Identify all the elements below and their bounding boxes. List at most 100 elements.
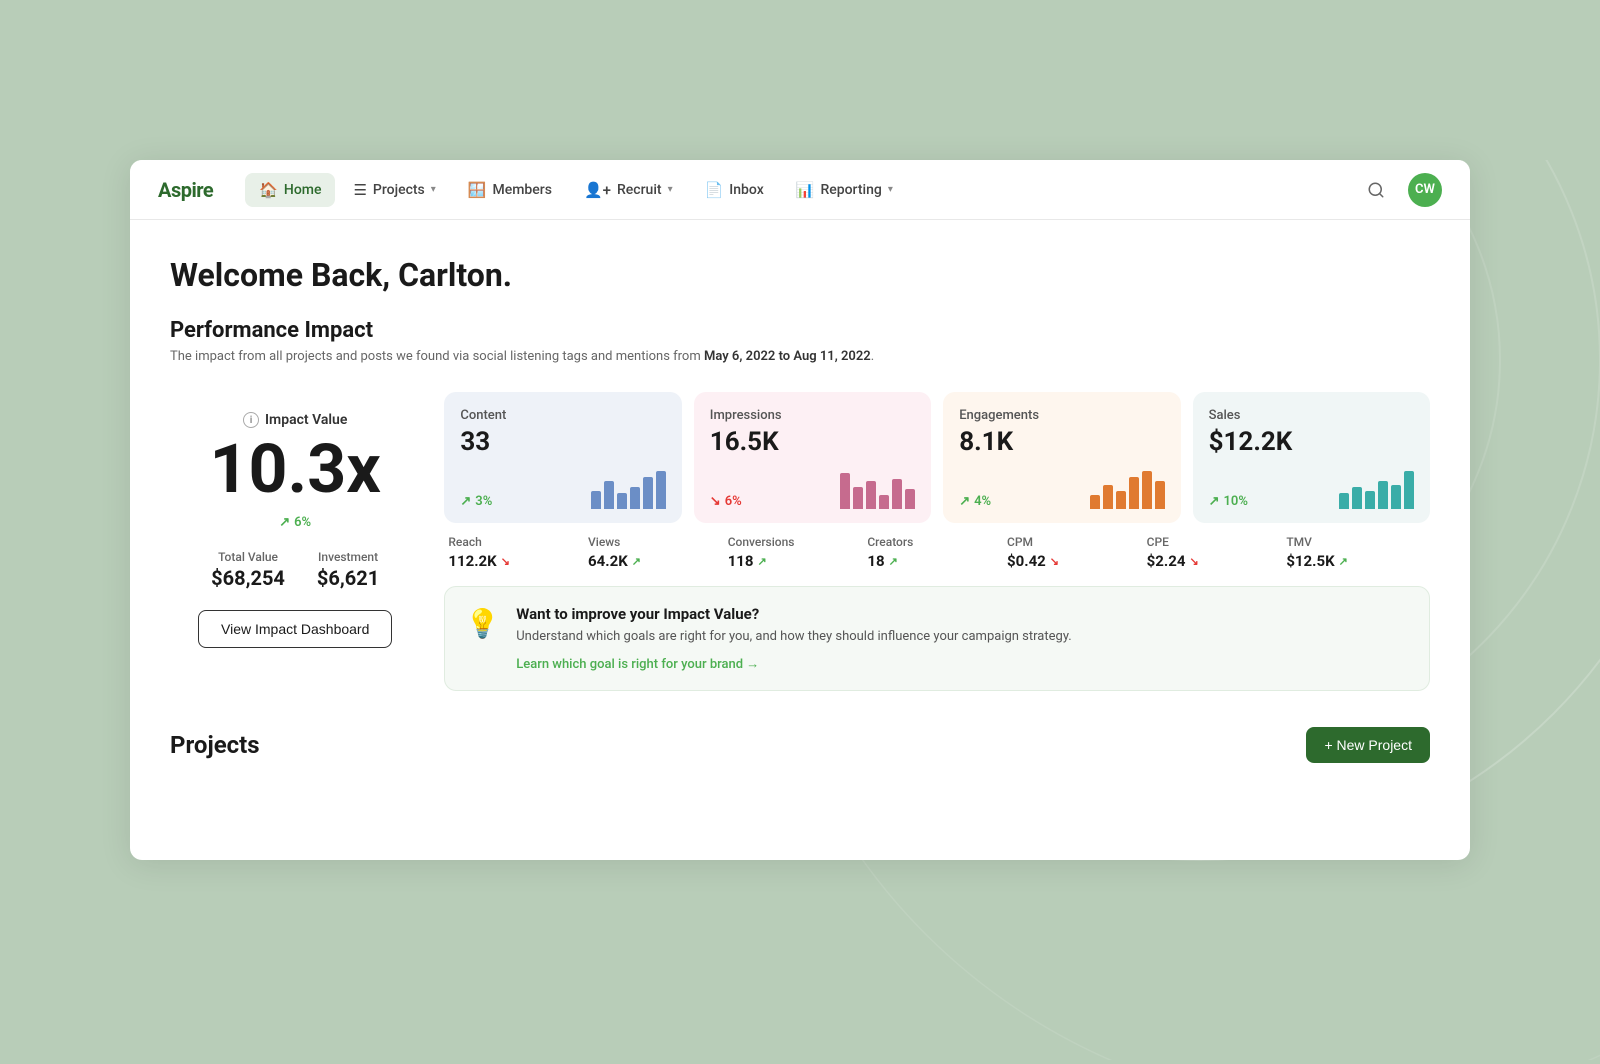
avatar[interactable]: CW	[1408, 173, 1442, 207]
small-stat-value-reach: 112.2K	[448, 552, 496, 570]
small-stat-value-row-cpe: $2.24 ↘	[1147, 552, 1287, 570]
nav-chevron-recruit: ▾	[668, 184, 673, 195]
metric-cards-row: Content 33 ↗ 3% Impressions 16.5K ↘ 6% E…	[444, 392, 1430, 523]
nav-item-inbox[interactable]: 📄 Inbox	[691, 173, 778, 207]
small-stat-value-cpm: $0.42	[1007, 552, 1046, 570]
investment-item: Investment $6,621	[317, 550, 379, 590]
nav-item-recruit[interactable]: 👤+Recruit▾	[570, 173, 687, 207]
metric-card-bottom-engagements: ↗ 4%	[959, 469, 1164, 509]
metric-trend-engagements: ↗ 4%	[959, 494, 991, 509]
total-value-label: Total Value	[218, 550, 278, 564]
small-stat-label-creators: Creators	[867, 535, 1007, 549]
page-content: Welcome Back, Carlton. Performance Impac…	[130, 220, 1470, 807]
nav-item-members[interactable]: 🪟Members	[454, 173, 566, 207]
bar	[892, 479, 902, 509]
bar	[866, 481, 876, 509]
metric-trend-pct-impressions: 6%	[725, 494, 742, 509]
bar	[656, 471, 666, 509]
metric-trend-arrow-engagements: ↗	[959, 494, 970, 509]
total-value: $68,254	[211, 566, 285, 590]
nav-icon-projects: ☰	[353, 181, 366, 199]
small-stat-value-conversions: 118	[728, 552, 754, 570]
performance-title: Performance Impact	[170, 318, 1430, 343]
totals-row: Total Value $68,254 Investment $6,621	[211, 550, 379, 590]
view-impact-dashboard-button[interactable]: View Impact Dashboard	[198, 610, 392, 648]
nav-right: CW	[1360, 173, 1442, 207]
tip-icon: 💡	[465, 607, 500, 640]
small-stat-value-row-views: 64.2K ↗	[588, 552, 728, 570]
bar	[1129, 477, 1139, 509]
bar	[1365, 491, 1375, 509]
bar	[879, 495, 889, 509]
tip-desc: Understand which goals are right for you…	[516, 627, 1071, 647]
nav-item-home[interactable]: 🏠Home	[245, 173, 335, 207]
impact-label-row: i Impact Value	[243, 412, 347, 428]
small-stat-trend-creators: ↗	[889, 555, 898, 568]
impact-trend-arrow	[279, 515, 290, 530]
nav-item-reporting[interactable]: 📊Reporting▾	[782, 173, 907, 207]
nav-label-projects: Projects	[373, 182, 425, 198]
welcome-title: Welcome Back, Carlton.	[170, 256, 1430, 294]
metric-card-content: Content 33 ↗ 3%	[444, 392, 681, 523]
tip-content: Want to improve your Impact Value? Under…	[516, 605, 1071, 672]
search-icon[interactable]	[1360, 174, 1392, 206]
mini-chart-sales	[1339, 469, 1414, 509]
small-stat-label-conversions: Conversions	[728, 535, 868, 549]
nav-item-projects[interactable]: ☰ Projects ▾	[339, 173, 449, 207]
small-stat-label-cpe: CPE	[1147, 535, 1287, 549]
metric-trend-arrow-sales: ↗	[1209, 494, 1220, 509]
metrics-right: Content 33 ↗ 3% Impressions 16.5K ↘ 6% E…	[444, 392, 1430, 691]
investment-value: $6,621	[317, 566, 379, 590]
small-stat-conversions: Conversions 118 ↗	[728, 535, 868, 570]
small-stat-value-row-conversions: 118 ↗	[728, 552, 868, 570]
bar	[1378, 481, 1388, 509]
metric-card-bottom-content: ↗ 3%	[460, 469, 665, 509]
impact-info-icon[interactable]: i	[243, 412, 259, 428]
projects-header: Projects + New Project	[170, 727, 1430, 767]
small-stat-value-row-reach: 112.2K ↘	[448, 552, 588, 570]
small-stat-value-cpe: $2.24	[1147, 552, 1186, 570]
new-project-button[interactable]: + New Project	[1306, 727, 1430, 763]
small-stat-creators: Creators 18 ↗	[867, 535, 1007, 570]
nav-icon-recruit: 👤+	[584, 181, 611, 199]
small-stat-trend-views: ↗	[632, 555, 641, 568]
nav-label-inbox: Inbox	[729, 182, 763, 198]
small-stat-label-tmv: TMV	[1286, 535, 1426, 549]
small-stat-trend-reach: ↘	[501, 555, 510, 568]
small-stat-cpm: CPM $0.42 ↘	[1007, 535, 1147, 570]
nav-items: 🏠Home ☰ Projects ▾ 🪟Members👤+Recruit▾ 📄 Inbox 📊…	[245, 173, 1360, 207]
metric-trend-sales: ↗ 10%	[1209, 494, 1248, 509]
projects-title: Projects	[170, 731, 260, 759]
metric-card-label-sales: Sales	[1209, 408, 1414, 423]
total-value-item: Total Value $68,254	[211, 550, 285, 590]
metric-card-bottom-sales: ↗ 10%	[1209, 469, 1414, 509]
impact-label: Impact Value	[265, 412, 347, 428]
nav-icon-members: 🪟	[468, 181, 487, 199]
small-stats-row: Reach 112.2K ↘ Views 64.2K ↗ Conversions…	[444, 535, 1430, 570]
small-stat-label-reach: Reach	[448, 535, 588, 549]
logo: Aspire	[158, 178, 213, 202]
small-stat-label-cpm: CPM	[1007, 535, 1147, 549]
metric-card-label-impressions: Impressions	[710, 408, 915, 423]
metric-trend-impressions: ↘ 6%	[710, 494, 742, 509]
small-stat-reach: Reach 112.2K ↘	[448, 535, 588, 570]
nav-icon-reporting: 📊	[796, 181, 815, 199]
bar	[617, 493, 627, 509]
bar	[630, 487, 640, 509]
bar	[1090, 495, 1100, 509]
bar	[643, 477, 653, 509]
bar	[905, 489, 915, 509]
navbar: Aspire 🏠Home ☰ Projects ▾ 🪟Members👤+Recruit▾…	[130, 160, 1470, 220]
bar	[1155, 481, 1165, 509]
nav-icon-inbox: 📄	[705, 181, 724, 199]
small-stat-label-views: Views	[588, 535, 728, 549]
metric-card-bottom-impressions: ↘ 6%	[710, 469, 915, 509]
small-stat-views: Views 64.2K ↗	[588, 535, 728, 570]
bar	[591, 491, 601, 509]
bar	[1142, 471, 1152, 509]
metric-trend-arrow-content: ↗	[460, 494, 471, 509]
nav-chevron-projects: ▾	[431, 184, 436, 195]
impact-value-card: i Impact Value 10.3x 6% Total Value $68,…	[170, 392, 420, 676]
tip-link[interactable]: Learn which goal is right for your brand…	[516, 657, 759, 672]
mini-chart-engagements	[1090, 469, 1165, 509]
